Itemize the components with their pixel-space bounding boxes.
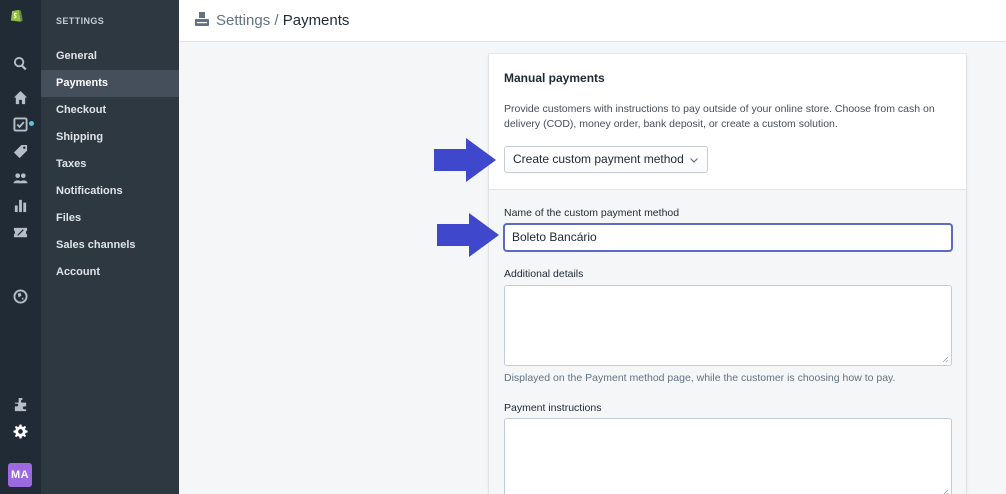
nav-item-sales-channels[interactable]: Sales channels: [41, 232, 179, 259]
nav-item-shipping[interactable]: Shipping: [41, 124, 179, 151]
arrow-annotation-icon: [434, 138, 496, 182]
name-input[interactable]: Boleto Bancário: [504, 224, 952, 251]
discounts-icon[interactable]: [0, 219, 41, 245]
globe-icon[interactable]: [0, 283, 41, 309]
orders-icon[interactable]: [0, 111, 41, 137]
shopify-logo-icon[interactable]: [9, 8, 24, 23]
nav-item-checkout[interactable]: Checkout: [41, 97, 179, 124]
arrow-annotation-icon: [437, 213, 499, 257]
payment-method-select[interactable]: Create custom payment method: [504, 146, 708, 173]
breadcrumb: Settings / Payments: [216, 12, 349, 29]
card-description: Provide customers with instructions to p…: [504, 103, 935, 130]
details-help-text: Displayed on the Payment method page, wh…: [504, 372, 896, 384]
instructions-label: Payment instructions: [504, 402, 602, 414]
apps-icon[interactable]: [0, 391, 41, 417]
top-bar: Settings / Payments: [179, 0, 1006, 42]
search-icon[interactable]: [0, 50, 41, 76]
card-title: Manual payments: [504, 71, 605, 85]
select-value: Create custom payment method: [513, 152, 684, 166]
avatar[interactable]: MA: [8, 463, 32, 487]
nav-item-payments[interactable]: Payments: [41, 70, 179, 97]
tag-icon[interactable]: [0, 138, 41, 164]
analytics-icon[interactable]: [0, 192, 41, 218]
chevron-down-icon: [690, 158, 698, 163]
home-icon[interactable]: [0, 84, 41, 110]
manual-payments-card: Manual payments Provide customers with i…: [489, 54, 966, 494]
nav-item-account[interactable]: Account: [41, 259, 179, 286]
resize-grip-icon[interactable]: [942, 489, 949, 494]
instructions-textarea[interactable]: [504, 418, 952, 494]
page-title: Payments: [282, 12, 350, 29]
notification-dot: [29, 121, 34, 126]
name-label: Name of the custom payment method: [504, 207, 680, 219]
nav-item-general[interactable]: General: [41, 43, 179, 70]
nav-item-files[interactable]: Files: [41, 205, 179, 232]
customers-icon[interactable]: [0, 165, 41, 191]
details-label: Additional details: [504, 268, 584, 280]
payments-page-icon: [195, 12, 209, 26]
resize-grip-icon[interactable]: [942, 356, 949, 363]
settings-heading: SETTINGS: [56, 16, 105, 26]
breadcrumb-separator: /: [270, 12, 283, 29]
breadcrumb-parent[interactable]: Settings: [216, 12, 270, 29]
icon-bar: MA: [0, 0, 41, 494]
card-header-section: Manual payments Provide customers with i…: [489, 54, 966, 189]
nav-item-taxes[interactable]: Taxes: [41, 151, 179, 178]
custom-method-form: Name of the custom payment method Boleto…: [489, 189, 966, 494]
nav-item-notifications[interactable]: Notifications: [41, 178, 179, 205]
details-textarea[interactable]: [504, 285, 952, 366]
gear-icon[interactable]: [0, 418, 41, 444]
settings-nav: SETTINGS General Payments Checkout Shipp…: [41, 0, 179, 494]
